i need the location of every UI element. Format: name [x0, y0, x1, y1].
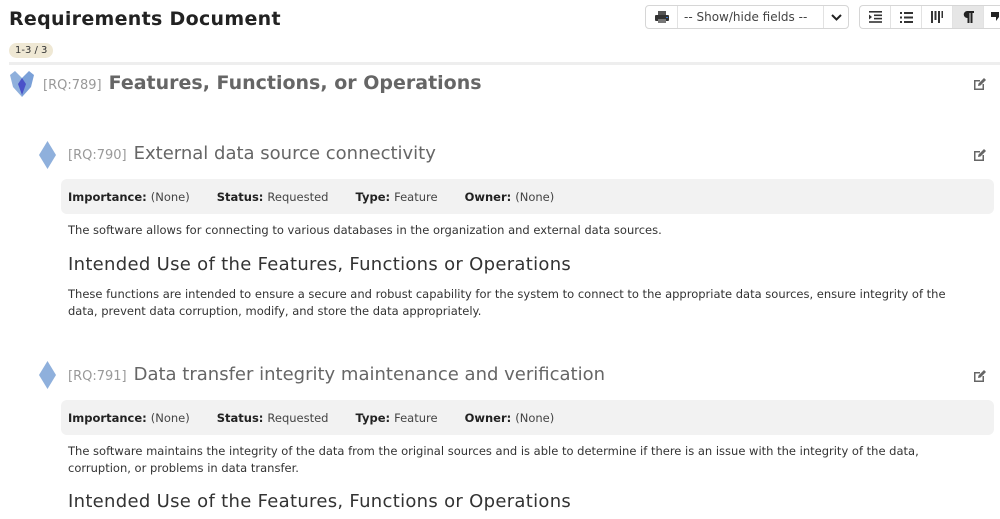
divider — [9, 62, 1000, 65]
requirement-diamond-icon — [39, 141, 56, 169]
requirement-id[interactable]: [RQ:789] — [43, 78, 102, 93]
epic-icon — [10, 71, 34, 97]
requirement-id[interactable]: [RQ:790] — [68, 148, 127, 163]
field-type: Type: Feature — [355, 189, 438, 204]
field-owner: Owner: (None) — [464, 189, 555, 204]
count-badge: 1-3 / 3 — [9, 43, 54, 58]
comments-view-button[interactable] — [984, 6, 1000, 28]
chevron-down-icon — [830, 13, 842, 21]
fields-bar: Importance: (None) Status: Requested Type:… — [61, 400, 994, 435]
edit-icon[interactable] — [973, 77, 987, 91]
requirement-diamond-icon — [39, 361, 56, 389]
requirement-title[interactable]: Data transfer integrity maintenance and … — [134, 364, 605, 385]
board-view-button[interactable] — [922, 6, 953, 28]
comment-icon — [991, 12, 999, 21]
requirement-title[interactable]: External data source connectivity — [134, 143, 436, 164]
columns-icon — [931, 11, 943, 23]
requirement-id[interactable]: [RQ:791] — [68, 369, 127, 384]
field-importance: Importance: (None) — [68, 189, 190, 204]
fields-toolbar: -- Show/hide fields -- — [645, 5, 849, 29]
edit-icon[interactable] — [973, 369, 987, 383]
requirement-description: The software allows for connecting to va… — [68, 223, 662, 237]
list-icon — [899, 11, 913, 23]
requirement-header: [RQ:789] Features, Functions, or Operati… — [43, 72, 482, 94]
section-text: These functions are intended to ensure a… — [68, 287, 946, 318]
section-heading: Intended Use of the Features, Functions … — [68, 491, 572, 512]
document-view-button[interactable] — [953, 6, 984, 28]
printer-icon — [654, 11, 669, 23]
paragraph-icon — [963, 11, 974, 23]
section-heading: Intended Use of the Features, Functions … — [68, 254, 572, 275]
edit-icon[interactable] — [973, 148, 987, 162]
indent-view-button[interactable] — [860, 6, 891, 28]
indent-icon — [868, 11, 882, 23]
select-caret-button[interactable] — [824, 6, 848, 28]
requirement-description: The software maintains the integrity of … — [68, 444, 919, 475]
field-status: Status: Requested — [216, 410, 329, 425]
field-status: Status: Requested — [216, 189, 329, 204]
field-owner: Owner: (None) — [464, 410, 555, 425]
requirement-header: [RQ:791] Data transfer integrity mainten… — [68, 364, 605, 385]
view-mode-toolbar — [859, 5, 1000, 29]
fields-bar: Importance: (None) Status: Requested Type:… — [61, 179, 994, 214]
requirement-header: [RQ:790] External data source connectivi… — [68, 143, 436, 164]
field-type: Type: Feature — [355, 410, 438, 425]
list-view-button[interactable] — [891, 6, 922, 28]
print-button[interactable] — [646, 6, 678, 28]
show-hide-fields-select[interactable]: -- Show/hide fields -- — [678, 6, 824, 28]
page-title: Requirements Document — [9, 8, 281, 30]
field-importance: Importance: (None) — [68, 410, 190, 425]
requirement-title[interactable]: Features, Functions, or Operations — [109, 72, 482, 94]
